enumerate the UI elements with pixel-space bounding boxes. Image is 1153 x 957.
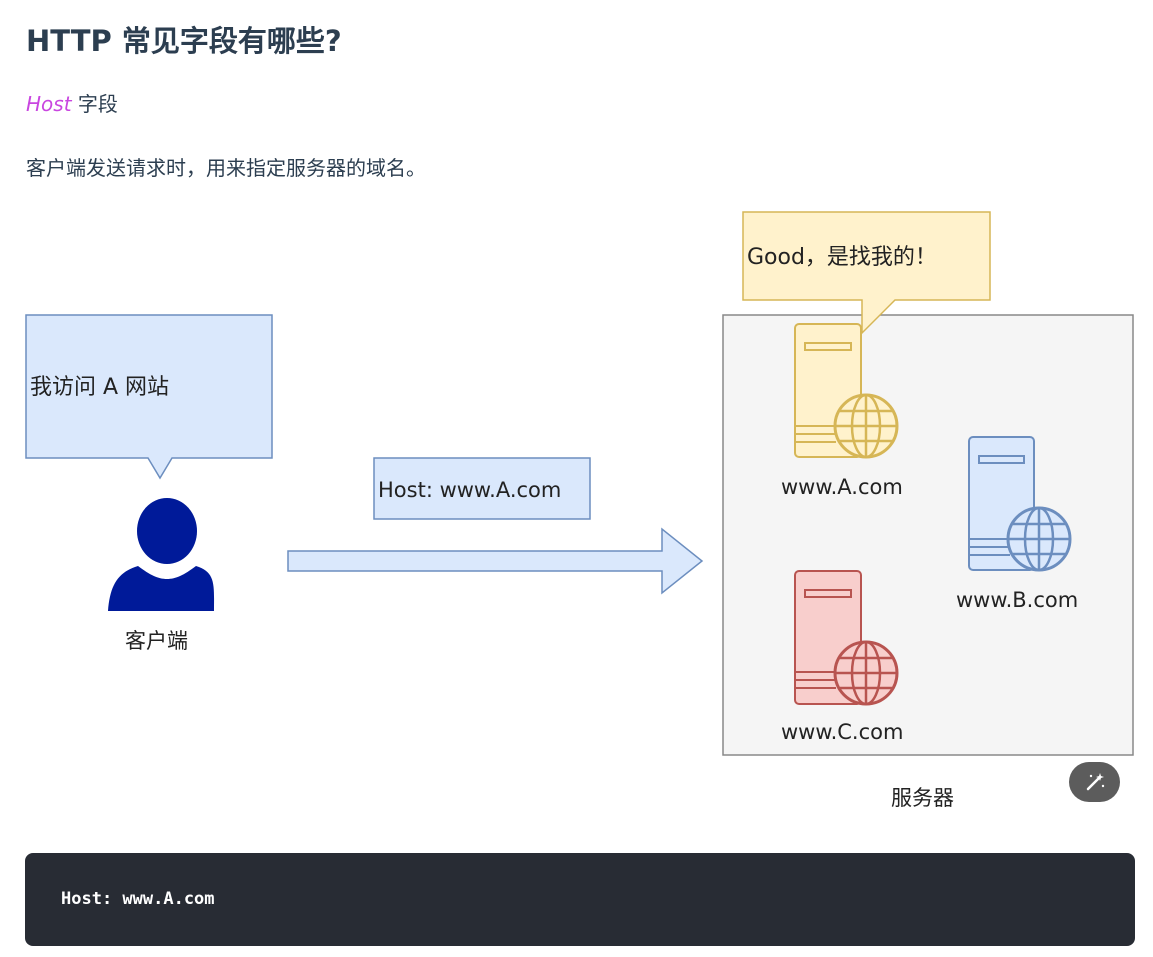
request-arrow <box>287 527 704 595</box>
code-text: Host: www.A.com <box>61 889 215 909</box>
host-header-text: Host: www.A.com <box>378 478 561 502</box>
description-text: 客户端发送请求时，用来指定服务器的域名。 <box>26 156 426 180</box>
server-container <box>722 314 1134 756</box>
host-field-suffix: 字段 <box>71 92 118 116</box>
client-bubble-text: 我访问 A 网站 <box>30 375 169 400</box>
server-a-label: www.A.com <box>781 475 903 499</box>
magic-wand-icon <box>1086 773 1104 791</box>
servers-label: 服务器 <box>891 786 954 810</box>
host-field-name: Host <box>26 92 72 116</box>
client-label: 客户端 <box>125 629 188 653</box>
globe-icon <box>833 640 899 706</box>
page-title: HTTP 常见字段有哪些? <box>26 24 342 58</box>
server-b-label: www.B.com <box>956 588 1078 612</box>
server-bubble-text: Good，是找我的！ <box>747 245 937 270</box>
globe-icon <box>1006 506 1072 572</box>
magic-wand-button[interactable] <box>1069 762 1120 802</box>
host-field-heading: Host 字段 <box>26 88 118 117</box>
server-c-label: www.C.com <box>781 720 903 744</box>
code-block: Host: www.A.com <box>25 853 1135 946</box>
globe-icon <box>833 393 899 459</box>
user-icon <box>108 498 215 611</box>
host-diagram: 我访问 A 网站 客户端 Host: www.A.com www.A.com w… <box>25 211 1134 810</box>
